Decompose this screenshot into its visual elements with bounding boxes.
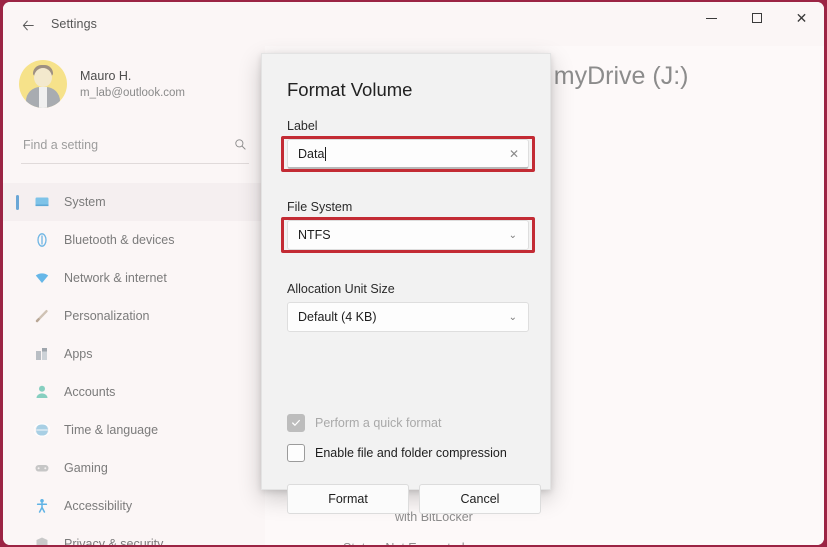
sidebar-item-system[interactable]: System bbox=[3, 183, 265, 221]
sidebar-item-time-language[interactable]: Time & language bbox=[3, 411, 265, 449]
label-input-value: Data bbox=[288, 147, 324, 161]
accessibility-icon bbox=[33, 498, 50, 515]
sidebar-item-network-internet[interactable]: Network & internet bbox=[3, 259, 265, 297]
screenshot-frame: Settings ✕ Mauro H. m_lab@outlook.com Fi… bbox=[0, 0, 827, 547]
sidebar-item-label: Network & internet bbox=[64, 271, 167, 285]
search-box[interactable]: Find a setting bbox=[21, 134, 249, 164]
avatar bbox=[19, 60, 67, 108]
quick-format-checkbox-row[interactable]: Perform a quick format bbox=[287, 414, 441, 432]
file-system-value: NTFS bbox=[288, 228, 331, 242]
navigation-list: System Bluetooth & devices Network & int… bbox=[3, 183, 265, 545]
sidebar-item-privacy-security[interactable]: Privacy & security bbox=[3, 525, 265, 545]
file-system-dropdown[interactable]: NTFS ⌄ bbox=[287, 220, 529, 250]
encryption-status: Status: Not Encrypted bbox=[343, 541, 465, 545]
compression-label: Enable file and folder compression bbox=[315, 446, 507, 460]
compression-checkbox-row[interactable]: Enable file and folder compression bbox=[287, 444, 507, 462]
sidebar-item-label: Apps bbox=[64, 347, 93, 361]
window-title: Settings bbox=[51, 17, 97, 31]
selection-indicator bbox=[16, 195, 19, 210]
text-cursor bbox=[325, 147, 326, 161]
quick-format-checkbox bbox=[287, 414, 305, 432]
sidebar-item-label: Privacy & security bbox=[64, 537, 163, 545]
chevron-down-icon: ⌄ bbox=[509, 312, 517, 323]
globe-icon bbox=[33, 422, 50, 439]
minimize-icon[interactable] bbox=[689, 2, 734, 34]
search-icon bbox=[234, 138, 247, 154]
apps-icon bbox=[33, 346, 50, 363]
sidebar-item-label: Accounts bbox=[64, 385, 115, 399]
label-input[interactable]: Data ✕ bbox=[287, 139, 529, 169]
person-icon bbox=[33, 384, 50, 401]
format-volume-dialog: Format Volume Label Data ✕ File System N… bbox=[261, 53, 551, 490]
breadcrumb-current: myDrive (J:) bbox=[554, 62, 689, 90]
bluetooth-icon bbox=[33, 232, 50, 249]
wifi-icon bbox=[33, 270, 50, 287]
sidebar-item-personalization[interactable]: Personalization bbox=[3, 297, 265, 335]
sidebar-item-label: Accessibility bbox=[64, 499, 132, 513]
sidebar: Mauro H. m_lab@outlook.com Find a settin… bbox=[3, 46, 265, 545]
sidebar-item-label: Time & language bbox=[64, 423, 158, 437]
sidebar-item-accessibility[interactable]: Accessibility bbox=[3, 487, 265, 525]
monitor-icon bbox=[33, 194, 50, 211]
sidebar-item-label: System bbox=[64, 195, 106, 209]
sidebar-item-gaming[interactable]: Gaming bbox=[3, 449, 265, 487]
sidebar-item-label: Gaming bbox=[64, 461, 108, 475]
label-field-label: Label bbox=[287, 119, 318, 133]
sidebar-item-label: Personalization bbox=[64, 309, 149, 323]
maximize-icon[interactable] bbox=[734, 2, 779, 34]
allocation-unit-size-dropdown[interactable]: Default (4 KB) ⌄ bbox=[287, 302, 529, 332]
shield-icon bbox=[33, 536, 50, 546]
sidebar-item-label: Bluetooth & devices bbox=[64, 233, 175, 247]
chevron-down-icon: ⌄ bbox=[509, 230, 517, 241]
allocation-unit-size-value: Default (4 KB) bbox=[288, 310, 377, 324]
search-input[interactable]: Find a setting bbox=[23, 138, 98, 152]
gamepad-icon bbox=[33, 460, 50, 477]
file-system-label: File System bbox=[287, 200, 352, 214]
sidebar-item-apps[interactable]: Apps bbox=[3, 335, 265, 373]
breadcrumb: >myDrive (J:) bbox=[533, 62, 688, 91]
quick-format-label: Perform a quick format bbox=[315, 416, 441, 430]
compression-checkbox[interactable] bbox=[287, 444, 305, 462]
sidebar-item-accounts[interactable]: Accounts bbox=[3, 373, 265, 411]
account-card[interactable]: Mauro H. m_lab@outlook.com bbox=[19, 60, 185, 108]
account-email: m_lab@outlook.com bbox=[80, 85, 185, 101]
brush-icon bbox=[33, 308, 50, 325]
clear-x-icon[interactable]: ✕ bbox=[509, 147, 519, 161]
sidebar-item-bluetooth-devices[interactable]: Bluetooth & devices bbox=[3, 221, 265, 259]
allocation-unit-size-label: Allocation Unit Size bbox=[287, 282, 395, 296]
dialog-title: Format Volume bbox=[287, 79, 412, 101]
title-bar: Settings ✕ bbox=[3, 2, 824, 46]
cancel-button[interactable]: Cancel bbox=[419, 484, 541, 514]
back-arrow-icon[interactable] bbox=[13, 11, 43, 39]
settings-window: Settings ✕ Mauro H. m_lab@outlook.com Fi… bbox=[3, 2, 824, 545]
account-name: Mauro H. bbox=[80, 68, 185, 85]
close-icon[interactable]: ✕ bbox=[779, 2, 824, 34]
format-button[interactable]: Format bbox=[287, 484, 409, 514]
